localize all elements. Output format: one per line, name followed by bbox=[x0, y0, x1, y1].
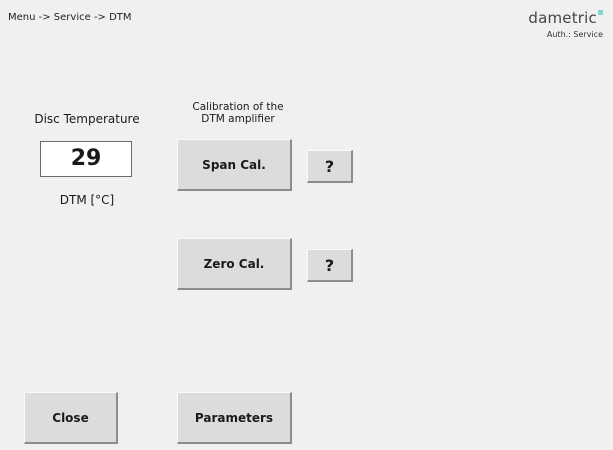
calibration-label: Calibration of the DTM amplifier bbox=[192, 101, 284, 125]
auth-level: Auth.: Service bbox=[546, 30, 603, 39]
zero-cal-button[interactable]: Zero Cal. bbox=[177, 238, 292, 290]
span-cal-help-button[interactable]: ? bbox=[307, 150, 353, 183]
disc-temperature-value: 29 bbox=[40, 141, 132, 177]
span-cal-button[interactable]: Span Cal. bbox=[177, 139, 292, 191]
parameters-button[interactable]: Parameters bbox=[177, 392, 292, 444]
breadcrumb: Menu -> Service -> DTM bbox=[8, 12, 132, 23]
disc-temperature-unit: DTM [°C] bbox=[59, 193, 115, 207]
disc-temperature-label: Disc Temperature bbox=[34, 112, 140, 126]
brand-logo: dametric bbox=[528, 9, 603, 27]
brand-name: dametric bbox=[528, 9, 597, 27]
close-button[interactable]: Close bbox=[24, 392, 118, 444]
brand-dot-icon bbox=[598, 10, 603, 15]
zero-cal-help-button[interactable]: ? bbox=[307, 249, 353, 282]
